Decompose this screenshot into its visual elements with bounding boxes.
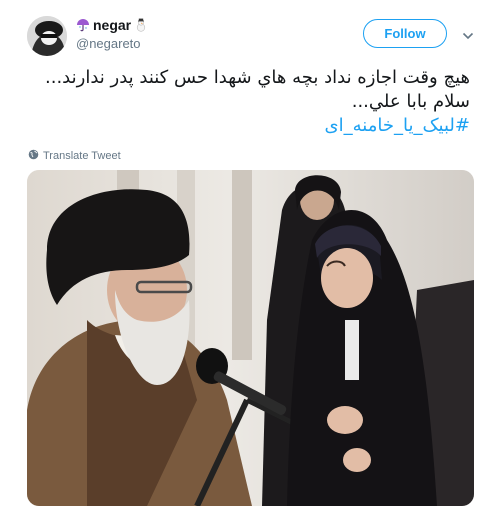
- avatar[interactable]: [27, 16, 67, 56]
- tweet-line-1: هیچ وقت اجازه نداد بچه هاي شهدا حس کنند …: [45, 67, 470, 88]
- chevron-down-icon[interactable]: [462, 28, 474, 40]
- translate-label[interactable]: Translate Tweet: [43, 150, 121, 162]
- follow-button[interactable]: Follow: [363, 19, 447, 48]
- tweet-card: negar @negareto Follow هیچ وقت اجازه ندا…: [0, 0, 499, 518]
- globe-icon: [28, 149, 39, 163]
- photo-illustration: [27, 170, 474, 506]
- user-handle[interactable]: @negareto: [76, 36, 141, 51]
- translate-tweet[interactable]: Translate Tweet: [28, 149, 121, 163]
- display-name[interactable]: negar: [76, 16, 148, 34]
- umbrella-icon: [76, 18, 90, 32]
- tweet-text: هیچ وقت اجازه نداد بچه هاي شهدا حس کنند …: [28, 66, 470, 138]
- hashtag-link[interactable]: #لبیک_یا_خامنه_ای: [325, 115, 470, 136]
- tweet-line-2: سلام بابا علي...: [351, 91, 470, 112]
- tweet-photo[interactable]: [27, 170, 474, 506]
- display-name-text[interactable]: negar: [93, 17, 131, 33]
- snowman-icon: [134, 18, 148, 32]
